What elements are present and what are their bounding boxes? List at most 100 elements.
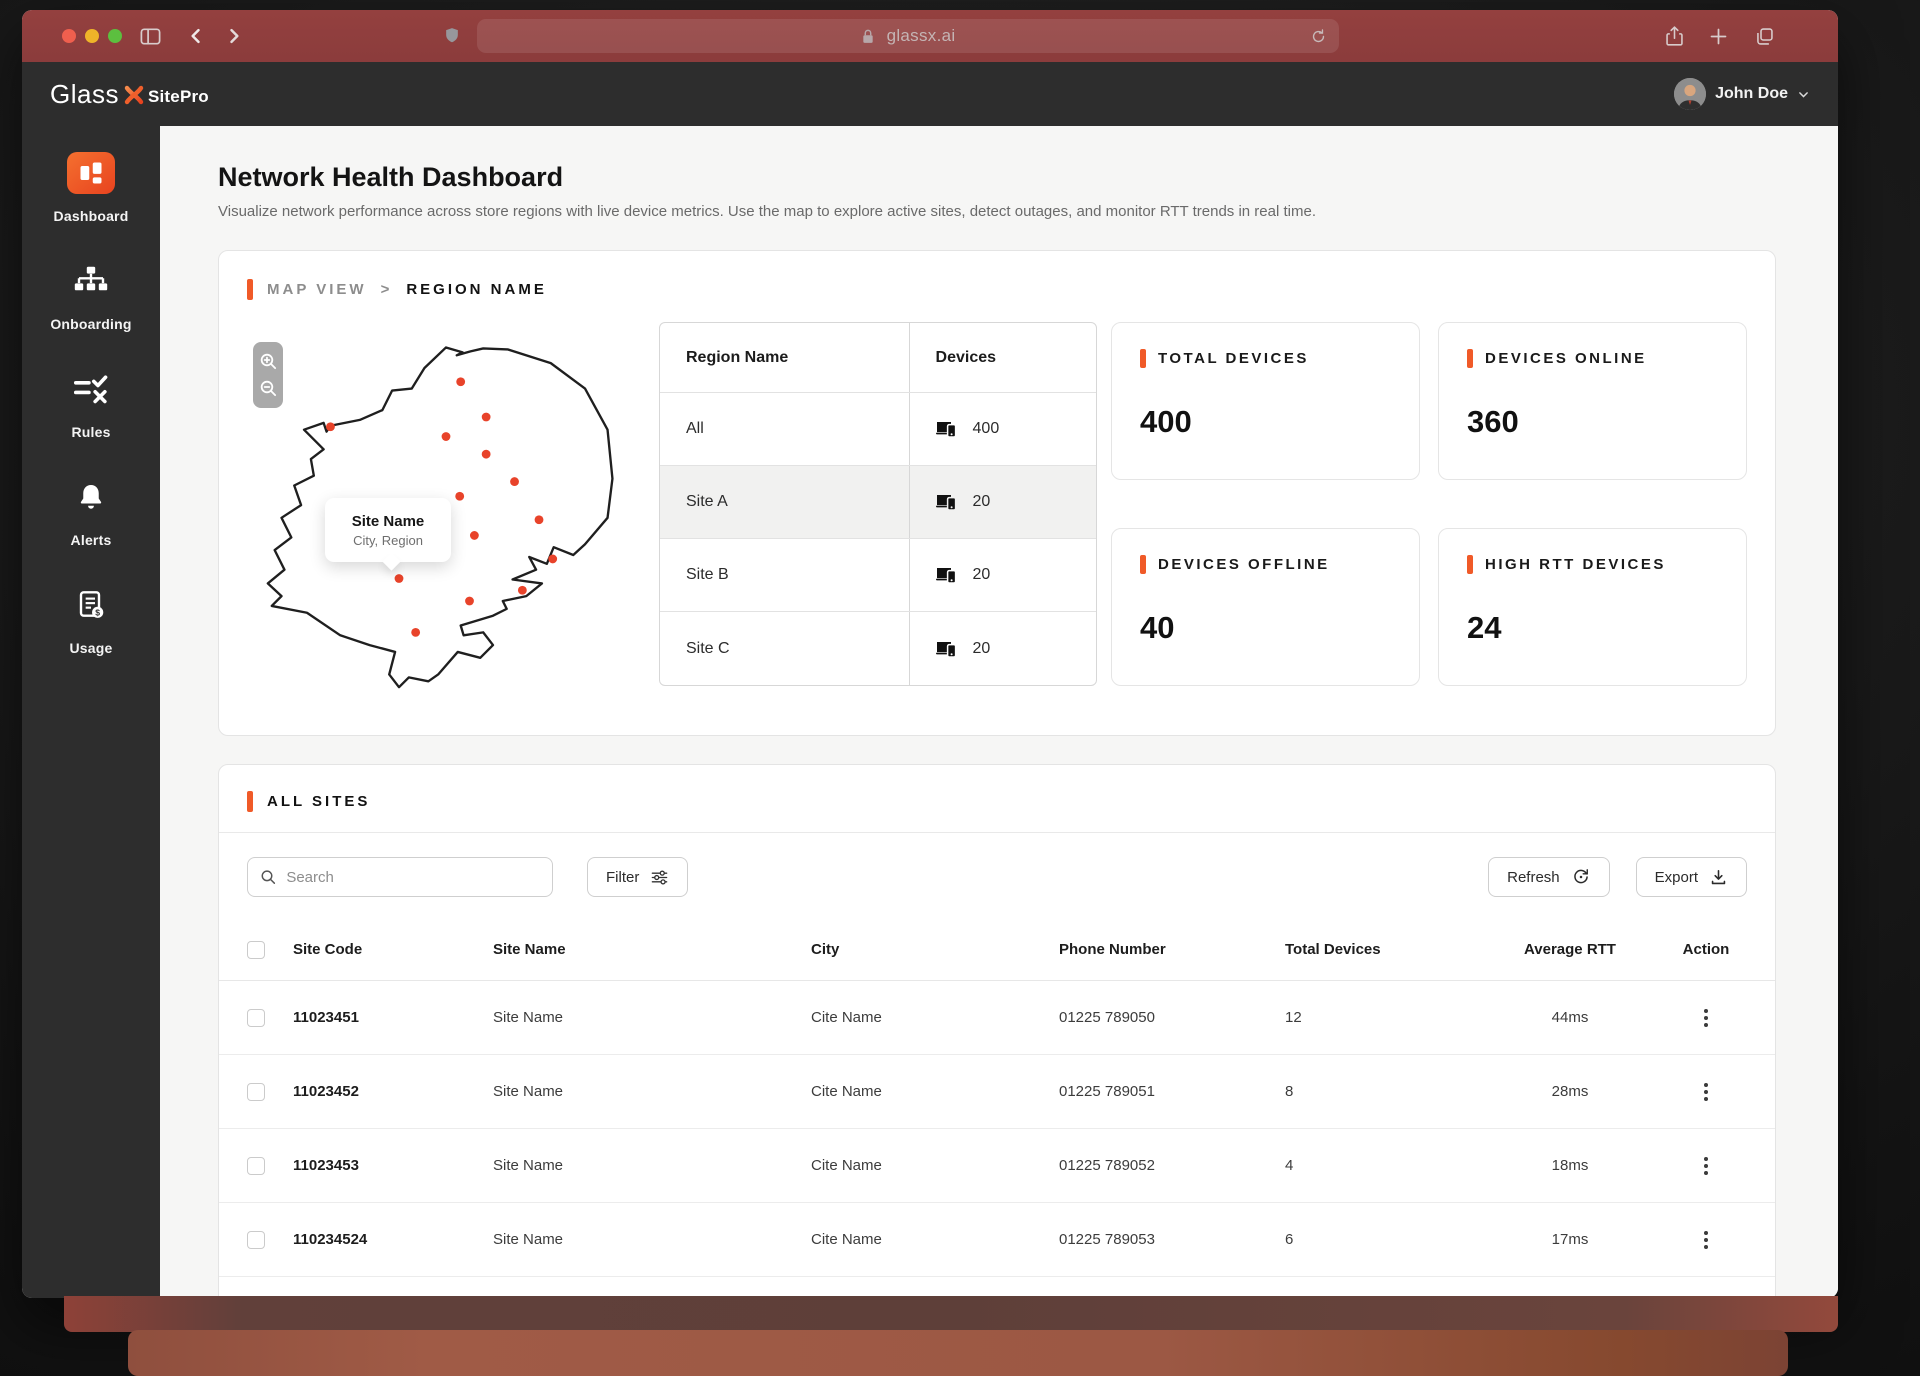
- all-sites-card: ALL SITES Filter: [218, 764, 1776, 1298]
- stat-label: DEVICES OFFLINE: [1158, 556, 1330, 573]
- sidebar-item-onboarding[interactable]: Onboarding: [50, 260, 131, 332]
- map-site-dot[interactable]: [442, 432, 451, 441]
- tooltip-site-name: Site Name: [352, 513, 425, 530]
- desk-stand-bottom: [128, 1330, 1788, 1376]
- map-site-dot[interactable]: [535, 515, 544, 524]
- svg-text:$: $: [95, 608, 100, 618]
- sidebar-item-usage[interactable]: $ Usage: [69, 584, 112, 656]
- row-checkbox[interactable]: [247, 1157, 265, 1175]
- refresh-label: Refresh: [1507, 869, 1560, 886]
- cell-site-name: Site Name: [493, 1009, 811, 1026]
- row-checkbox[interactable]: [247, 1231, 265, 1249]
- accent-bar: [247, 279, 253, 300]
- cell-site-name: Site Name: [493, 1231, 811, 1248]
- export-button[interactable]: Export: [1636, 857, 1747, 897]
- rules-icon: [73, 368, 109, 410]
- browser-chrome: glassx.ai: [22, 10, 1838, 62]
- region-row-site-b[interactable]: Site B 20: [660, 539, 1096, 612]
- region-row-site-c[interactable]: Site C 20: [660, 612, 1096, 685]
- stat-label: DEVICES ONLINE: [1485, 350, 1647, 367]
- map-site-dot[interactable]: [456, 377, 465, 386]
- map-site-dot[interactable]: [510, 477, 519, 486]
- map-site-dot[interactable]: [326, 422, 335, 431]
- stat-card-devices-offline: DEVICES OFFLINE 40: [1111, 528, 1420, 686]
- url-text: glassx.ai: [887, 26, 956, 46]
- lock-icon: [861, 28, 875, 45]
- region-name: Site C: [660, 612, 909, 685]
- stat-card-high-rtt-devices: HIGH RTT DEVICES 24: [1438, 528, 1747, 686]
- cell-avg-rtt: 28ms: [1552, 1083, 1589, 1100]
- tabs-overview-icon[interactable]: [1752, 24, 1776, 48]
- filter-button[interactable]: Filter: [587, 857, 688, 897]
- row-actions-kebab-icon[interactable]: [1700, 1153, 1712, 1179]
- share-icon[interactable]: [1662, 24, 1686, 48]
- tooltip-city-region: City, Region: [353, 533, 423, 548]
- devices-header: Devices: [909, 323, 1096, 392]
- cell-site-name: Site Name: [493, 1157, 811, 1174]
- app-header: Glass SitePro: [22, 62, 1838, 126]
- map-site-dot[interactable]: [482, 413, 491, 422]
- sidebar-label: Alerts: [71, 532, 112, 548]
- map-site-dot[interactable]: [482, 450, 491, 459]
- address-bar[interactable]: glassx.ai: [477, 19, 1339, 53]
- zoom-window-button[interactable]: [108, 29, 122, 43]
- sidebar-item-dashboard[interactable]: Dashboard: [54, 152, 129, 224]
- refresh-button[interactable]: Refresh: [1488, 857, 1610, 897]
- map-site-dot[interactable]: [395, 574, 404, 583]
- region-map[interactable]: Site Name City, Region: [247, 322, 645, 696]
- new-tab-icon[interactable]: [1706, 24, 1730, 48]
- row-checkbox[interactable]: [247, 1009, 265, 1027]
- forward-button[interactable]: [222, 24, 246, 48]
- cell-phone: 01225 789051: [1059, 1083, 1285, 1100]
- cell-site-code: 11023451: [293, 1009, 493, 1026]
- cell-total-devices: 4: [1285, 1157, 1475, 1174]
- col-site-name: Site Name: [493, 941, 811, 958]
- filter-sliders-icon: [650, 868, 669, 887]
- row-actions-kebab-icon[interactable]: [1700, 1227, 1712, 1253]
- map-site-dot[interactable]: [548, 555, 557, 564]
- sidebar-label: Onboarding: [50, 316, 131, 332]
- brand-primary: Glass: [50, 79, 119, 110]
- map-site-dot[interactable]: [470, 531, 479, 540]
- cell-total-devices: 8: [1285, 1083, 1475, 1100]
- back-button[interactable]: [184, 24, 208, 48]
- map-site-dot[interactable]: [455, 492, 464, 501]
- select-all-checkbox[interactable]: [247, 941, 265, 959]
- cell-phone: 01225 789052: [1059, 1157, 1285, 1174]
- col-city: City: [811, 941, 1059, 958]
- close-window-button[interactable]: [62, 29, 76, 43]
- map-view-card: MAP VIEW > REGION NAME: [218, 250, 1776, 736]
- map-tooltip: Site Name City, Region: [325, 498, 451, 562]
- reload-icon[interactable]: [1306, 24, 1330, 48]
- table-row: 11023452 Site Name Cite Name 01225 78905…: [219, 1055, 1775, 1129]
- shield-icon[interactable]: [440, 24, 464, 48]
- accent-bar: [1140, 555, 1146, 574]
- sidebar-toggle-icon[interactable]: [138, 24, 162, 48]
- map-site-dot[interactable]: [518, 586, 527, 595]
- cell-phone: 01225 789050: [1059, 1009, 1285, 1026]
- search-input-wrapper[interactable]: [247, 857, 553, 897]
- row-checkbox[interactable]: [247, 1083, 265, 1101]
- sidebar-label: Usage: [69, 640, 112, 656]
- stat-label: TOTAL DEVICES: [1158, 350, 1309, 367]
- zoom-in-icon[interactable]: [259, 352, 278, 371]
- sidebar-item-rules[interactable]: Rules: [71, 368, 110, 440]
- sidebar: Dashboard Onboarding: [22, 126, 160, 1298]
- zoom-out-icon[interactable]: [259, 379, 278, 398]
- refresh-icon: [1571, 867, 1591, 887]
- sidebar-item-alerts[interactable]: Alerts: [71, 476, 112, 548]
- map-site-dot[interactable]: [465, 597, 474, 606]
- user-menu[interactable]: John Doe: [1674, 78, 1810, 110]
- region-row-site-a[interactable]: Site A 20: [660, 466, 1096, 539]
- minimize-window-button[interactable]: [85, 29, 99, 43]
- cell-site-code: 110234524: [293, 1231, 493, 1248]
- region-row-all[interactable]: All 400: [660, 393, 1096, 466]
- row-actions-kebab-icon[interactable]: [1700, 1005, 1712, 1031]
- search-input[interactable]: [286, 869, 540, 886]
- row-actions-kebab-icon[interactable]: [1700, 1079, 1712, 1105]
- bell-icon: [75, 476, 107, 518]
- map-site-dot[interactable]: [411, 628, 420, 637]
- chevron-down-icon: [1797, 88, 1810, 101]
- devices-count: 20: [973, 493, 991, 511]
- accent-bar: [1467, 555, 1473, 574]
